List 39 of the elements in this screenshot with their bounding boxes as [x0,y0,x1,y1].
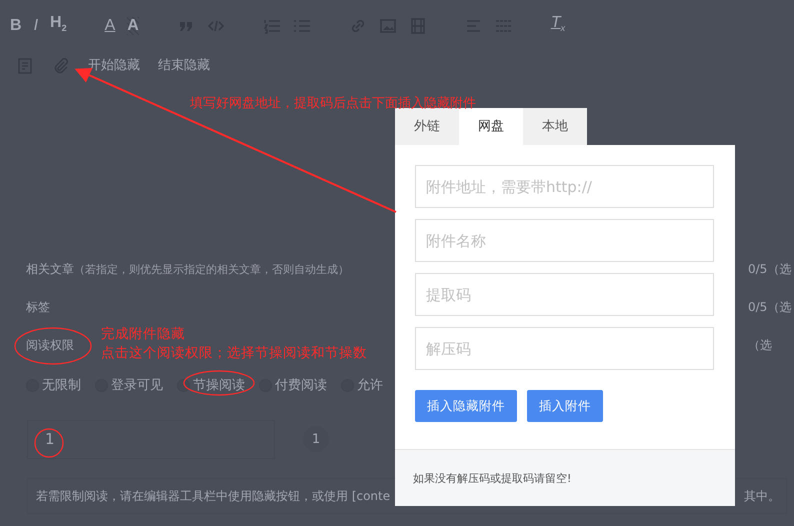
field-hint: （若指定，则优先显示指定的相关文章，否则自动生成） [74,262,349,276]
annotation-circle [34,428,64,458]
dialog-tab[interactable]: 本地 [523,108,587,145]
field-count: 0/5（选 [748,298,792,316]
dialog-tab[interactable]: 网盘 [459,108,523,145]
paperclip-icon[interactable] [52,57,70,75]
bold-button[interactable]: B [10,17,22,35]
clear-format-button[interactable]: T$_{x}$ [550,14,566,38]
italic-button[interactable]: I [34,17,38,35]
dialog-tab[interactable]: 外链 [395,108,459,145]
read-option-radio[interactable]: 允许 [341,370,383,400]
insert-button[interactable]: 插入隐藏附件 [415,390,517,422]
notice-text: 若需限制阅读，请在编辑器工具栏中使用隐藏按钮，或使用 [conte [36,488,390,504]
input-field[interactable]: 解压码 [415,327,714,370]
annotation-text: 完成附件隐藏 [101,325,186,344]
read-option-radio[interactable]: 节操阅读 [177,370,245,400]
film-icon[interactable] [408,17,427,35]
font-color-button[interactable]: A [104,17,116,35]
field-label: 标签 [26,298,50,316]
field-count: 0/5（选 [748,260,792,278]
field-count: （选 [748,336,773,354]
read-option-radio[interactable]: 登录可见 [95,370,163,400]
annotation-ellipse [183,370,255,396]
notice-text: 其中。 [744,488,780,504]
input-field[interactable]: 附件地址，需要带http:// [415,165,714,208]
insert-button[interactable]: 插入附件 [527,390,603,422]
field-label: 阅读权限 [26,336,74,354]
points-input[interactable]: 1 [27,420,275,458]
points-badge: 1 [303,426,329,452]
heading-button[interactable]: H$_{2}$ [50,14,67,38]
field-label: 相关文章 [26,260,74,278]
read-option-radio[interactable]: 付费阅读 [259,370,327,400]
input-field[interactable]: 提取码 [415,273,714,316]
read-option-radio[interactable]: 无限制 [26,370,81,400]
footer-note: 如果没有解压码或提取码请留空! [413,470,572,486]
highlight-button[interactable]: A [127,17,139,35]
input-field[interactable]: 附件名称 [415,219,714,262]
annotation-text: 点击这个阅读权限；选择节操阅读和节操数 [101,344,367,363]
toolbar-text-button[interactable]: 结束隐藏 [158,57,210,75]
